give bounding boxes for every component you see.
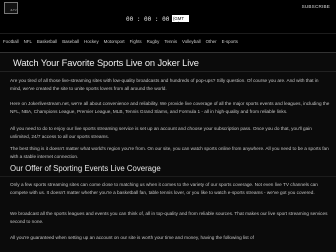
nav-item[interactable]: Hockey	[84, 39, 99, 47]
subscribe-link[interactable]: SUBSCRIBE	[302, 4, 330, 9]
about-paragraph: Here on Jokerlivestream.net, we're all a…	[10, 101, 330, 114]
top-bar: JLTV 00 : 00 : 00 (GMT +0) SUBSCRIBE	[0, 0, 336, 32]
header-divider	[0, 33, 336, 34]
intro-paragraph: Are you tired of all those live-streamin…	[10, 78, 319, 91]
nav-item[interactable]: NFL	[24, 39, 32, 47]
section-divider	[0, 176, 336, 177]
logo-text: JLTV	[10, 8, 17, 12]
site-logo[interactable]: JLTV	[4, 2, 18, 14]
nav-item[interactable]: Basketball	[37, 39, 57, 47]
nav-item[interactable]: Tennis	[164, 39, 177, 47]
offer-paragraph: Only a few sports streaming sites can co…	[10, 182, 318, 195]
nav-item[interactable]: Volleyball	[182, 39, 201, 47]
page-title: Watch Your Favorite Sports Live on Joker…	[13, 58, 199, 68]
clock: 00 : 00 : 00	[126, 16, 170, 23]
nav-item[interactable]: E-sports	[222, 39, 238, 47]
region-paragraph: The best thing is it doesn't matter what…	[10, 146, 329, 159]
guarantee-paragraph: All you're guaranteed when setting up an…	[10, 235, 254, 240]
nav-item[interactable]: Motorsport	[104, 39, 125, 47]
nav-item[interactable]: Baseball	[62, 39, 79, 47]
sport-nav: Football NFL Basketball Baseball Hockey …	[3, 39, 238, 47]
account-paragraph: All you need to do to enjoy our live spo…	[10, 126, 312, 139]
nav-item[interactable]: Rugby	[147, 39, 160, 47]
broadcast-paragraph: We broadcast all the sports leagues and …	[10, 211, 328, 224]
nav-item[interactable]: Other	[206, 39, 217, 47]
nav-item[interactable]: Football	[3, 39, 19, 47]
nav-item[interactable]: Fights	[130, 39, 142, 47]
section-heading: Our Offer of Sporting Events Live Covera…	[10, 164, 161, 173]
title-divider	[0, 71, 336, 72]
timezone-select[interactable]: (GMT +0)	[172, 15, 189, 26]
